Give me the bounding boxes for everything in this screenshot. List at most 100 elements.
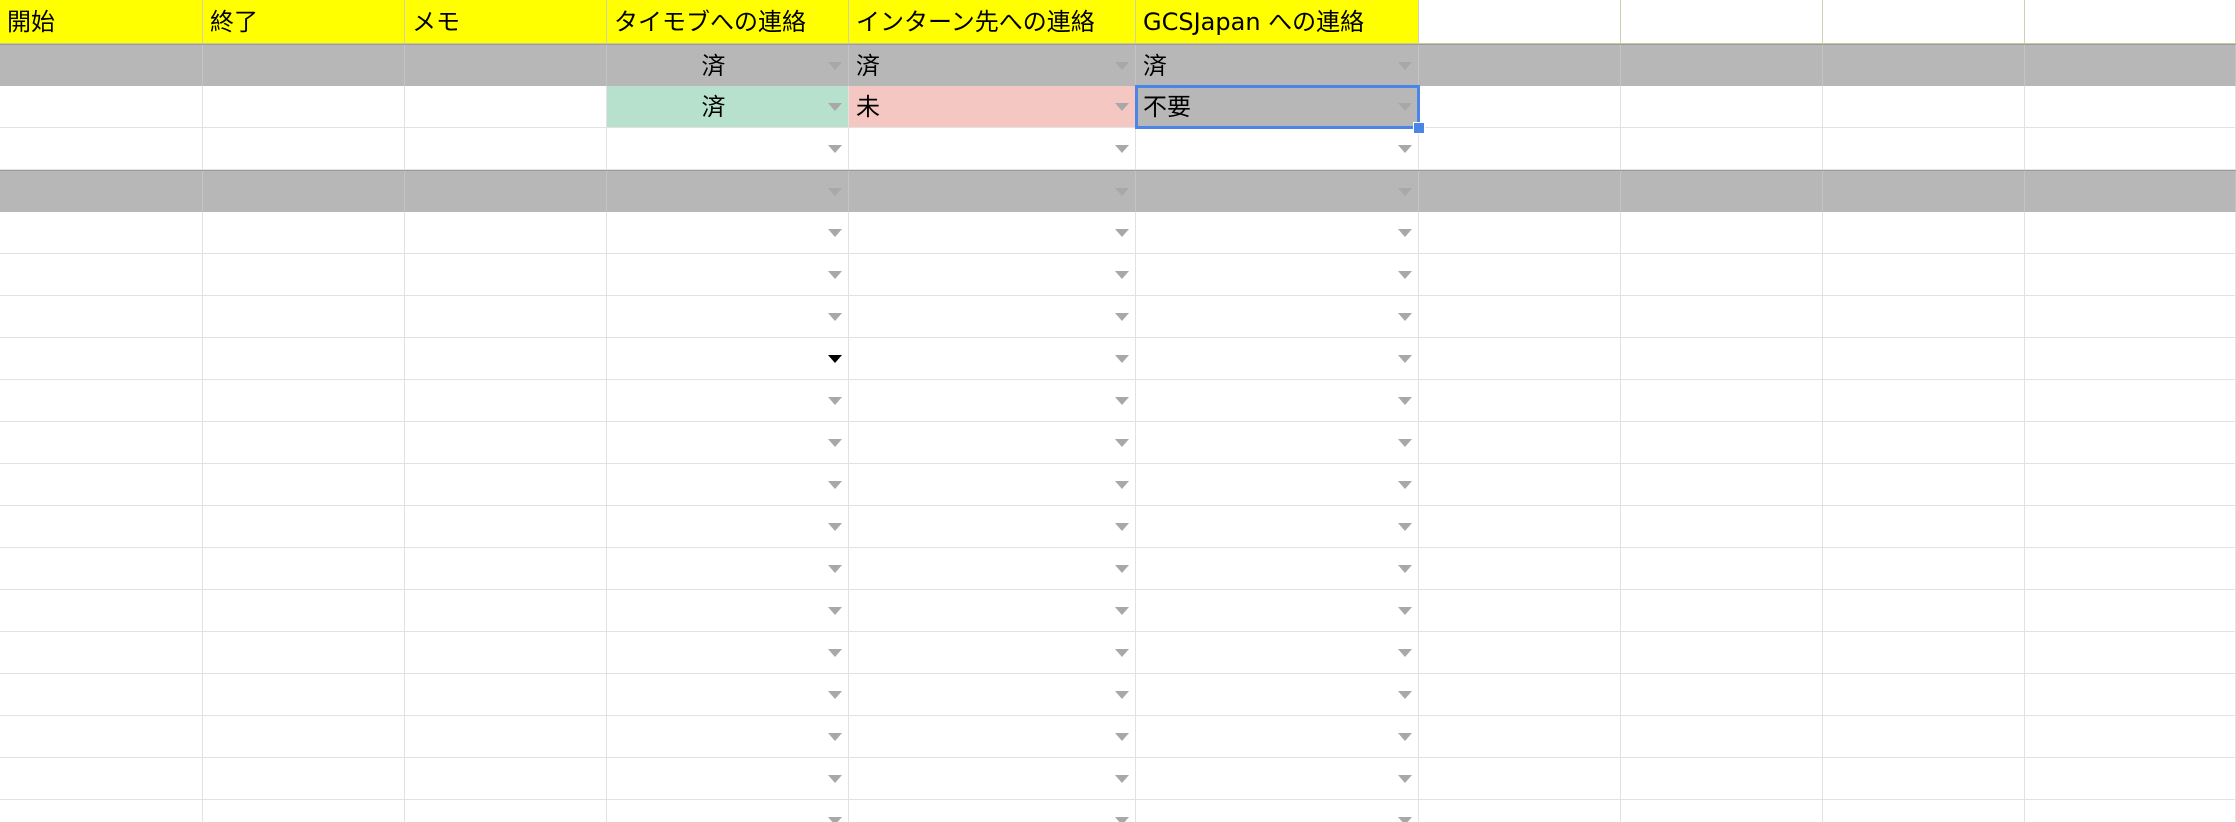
dropdown-cell[interactable] [849,800,1136,822]
grid-cell[interactable] [405,422,607,464]
dropdown-cell[interactable] [607,380,849,422]
dropdown-arrow-icon[interactable] [1398,648,1412,657]
grid-cell[interactable] [1823,254,2025,296]
dropdown-cell[interactable]: 済 [1136,45,1419,87]
grid-cell[interactable] [2025,296,2236,338]
dropdown-cell[interactable] [849,128,1136,170]
grid-cell[interactable] [1621,716,1823,758]
dropdown-arrow-icon[interactable] [828,102,842,111]
fill-handle[interactable] [1413,122,1425,134]
grid-cell[interactable] [203,171,405,213]
grid-cell[interactable] [1419,464,1621,506]
dropdown-arrow-icon[interactable] [828,480,842,489]
dropdown-cell[interactable]: 済 [849,45,1136,87]
grid-cell[interactable] [405,506,607,548]
dropdown-arrow-icon[interactable] [828,312,842,321]
grid-cell[interactable] [0,45,203,87]
grid-cell[interactable] [1419,422,1621,464]
grid-cell[interactable] [1823,380,2025,422]
grid-cell[interactable] [1621,338,1823,380]
grid-cell[interactable] [1621,506,1823,548]
dropdown-arrow-icon[interactable] [1115,690,1129,699]
grid-cell[interactable] [2025,590,2236,632]
grid-cell[interactable] [1621,86,1823,128]
grid-cell[interactable] [0,548,203,590]
grid-cell[interactable] [1419,590,1621,632]
grid-cell[interactable] [1621,548,1823,590]
grid-cell[interactable] [1621,380,1823,422]
dropdown-cell[interactable] [849,171,1136,213]
dropdown-cell[interactable] [1136,464,1419,506]
grid-cell[interactable] [1419,716,1621,758]
grid-cell[interactable] [1419,758,1621,800]
dropdown-arrow-icon[interactable] [828,648,842,657]
dropdown-arrow-icon[interactable] [1398,480,1412,489]
grid-cell[interactable] [1419,338,1621,380]
dropdown-cell[interactable] [1136,171,1419,213]
dropdown-arrow-icon[interactable] [828,774,842,783]
dropdown-cell[interactable] [849,590,1136,632]
grid-cell[interactable] [1621,296,1823,338]
grid-cell[interactable] [1621,590,1823,632]
grid-cell[interactable] [1419,212,1621,254]
grid-cell[interactable] [2025,674,2236,716]
dropdown-cell[interactable] [607,422,849,464]
grid-cell[interactable] [405,716,607,758]
header-cell[interactable]: 終了 [203,0,405,44]
grid-cell[interactable] [405,632,607,674]
dropdown-cell[interactable] [1136,758,1419,800]
dropdown-arrow-icon[interactable] [1398,732,1412,741]
grid-cell[interactable] [1419,674,1621,716]
dropdown-arrow-icon[interactable] [828,187,842,196]
dropdown-arrow-icon[interactable] [1115,648,1129,657]
dropdown-arrow-icon[interactable] [1398,187,1412,196]
grid-cell[interactable] [203,128,405,170]
grid-cell[interactable] [2025,800,2236,822]
grid-cell[interactable] [0,212,203,254]
grid-cell[interactable] [2025,212,2236,254]
dropdown-cell[interactable] [607,296,849,338]
dropdown-arrow-icon[interactable] [1115,732,1129,741]
grid-cell[interactable] [1823,464,2025,506]
grid-cell[interactable] [203,674,405,716]
dropdown-cell[interactable] [607,632,849,674]
dropdown-cell[interactable]: 不要 [1136,86,1419,128]
dropdown-arrow-icon[interactable] [1115,312,1129,321]
grid-cell[interactable] [203,338,405,380]
grid-cell[interactable] [2025,548,2236,590]
dropdown-arrow-icon[interactable] [1398,438,1412,447]
dropdown-cell[interactable] [849,716,1136,758]
grid-cell[interactable] [0,716,203,758]
grid-cell[interactable] [203,212,405,254]
dropdown-cell[interactable] [607,128,849,170]
grid-cell[interactable] [1621,632,1823,674]
dropdown-arrow-icon[interactable] [1398,774,1412,783]
dropdown-cell[interactable] [849,254,1136,296]
dropdown-cell[interactable] [1136,548,1419,590]
grid-cell[interactable] [0,506,203,548]
grid-cell[interactable] [203,296,405,338]
grid-cell[interactable] [203,800,405,822]
dropdown-arrow-icon[interactable] [828,144,842,153]
dropdown-arrow-icon[interactable] [828,354,842,363]
grid-cell[interactable] [203,86,405,128]
dropdown-cell[interactable] [1136,212,1419,254]
grid-cell[interactable] [405,86,607,128]
header-cell[interactable] [2025,0,2236,44]
grid-cell[interactable] [1823,716,2025,758]
dropdown-cell[interactable] [849,422,1136,464]
grid-cell[interactable] [2025,128,2236,170]
dropdown-cell[interactable] [849,758,1136,800]
grid-cell[interactable] [2025,86,2236,128]
grid-cell[interactable] [0,464,203,506]
dropdown-arrow-icon[interactable] [828,438,842,447]
grid-cell[interactable] [1823,128,2025,170]
dropdown-cell[interactable] [849,212,1136,254]
grid-cell[interactable] [203,422,405,464]
grid-cell[interactable] [1823,86,2025,128]
dropdown-cell[interactable] [607,506,849,548]
dropdown-arrow-icon[interactable] [828,396,842,405]
dropdown-cell[interactable] [1136,674,1419,716]
dropdown-arrow-icon[interactable] [1398,606,1412,615]
dropdown-cell[interactable] [607,212,849,254]
